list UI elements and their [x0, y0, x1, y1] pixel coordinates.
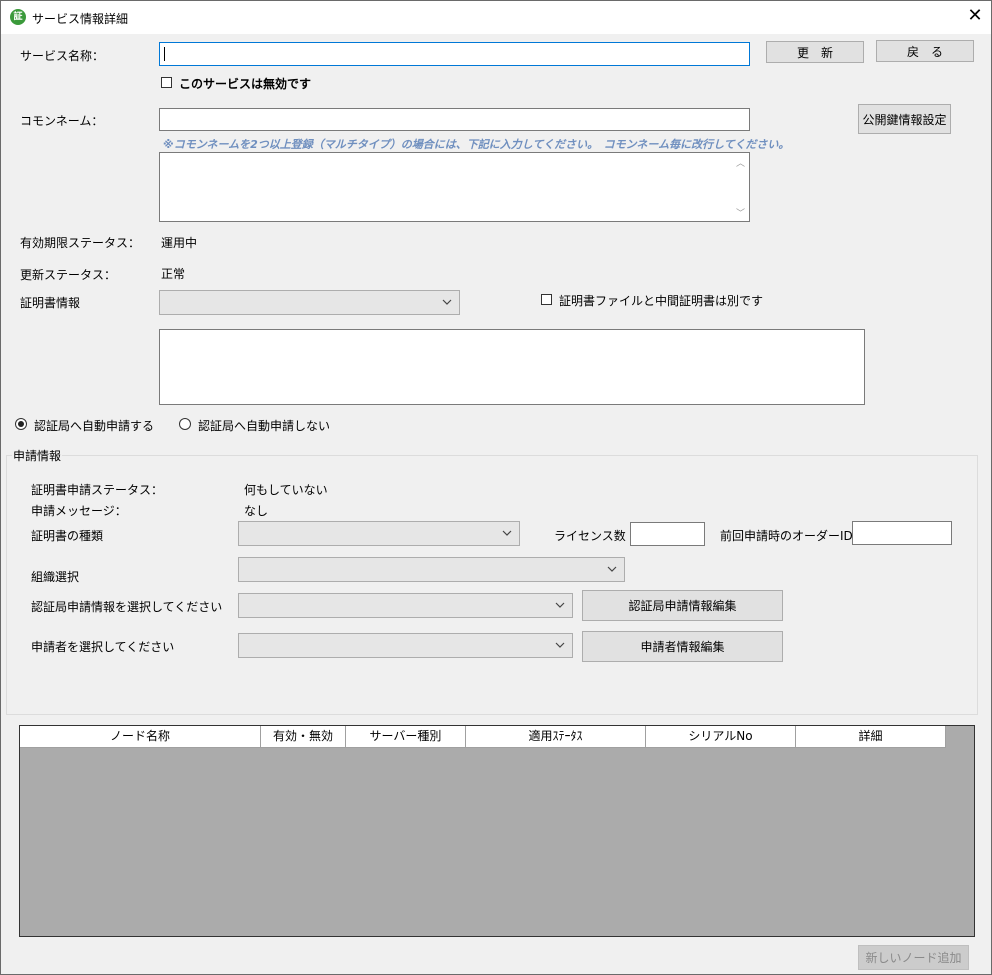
multi-common-name-hint: ※コモンネームを2つ以上登録（マルチタイプ）の場合には、下記に入力してください。… [163, 138, 790, 151]
text-caret [164, 47, 165, 61]
column-header-serial-no[interactable]: シリアルNo [646, 726, 796, 748]
chevron-down-icon [607, 566, 617, 572]
cert-apply-status-value: 何もしていない [244, 483, 328, 497]
cert-textarea[interactable] [159, 329, 865, 405]
org-select-label: 組織選択 [31, 570, 80, 584]
applicant-label: 申請者を選択してください [31, 640, 175, 654]
expiry-status-value: 運用中 [161, 236, 198, 250]
node-grid[interactable]: ノード名称 有効・無効 サーバー種別 適用ｽﾃｰﾀｽ シリアルNo 詳細 [19, 725, 975, 937]
renew-status-label: 更新ステータス： [20, 268, 117, 282]
cert-info-select[interactable] [159, 290, 460, 315]
chevron-down-icon [555, 642, 565, 648]
multi-common-name-textarea[interactable]: ︿ ﹀ [159, 152, 750, 222]
ca-info-select[interactable] [238, 593, 573, 618]
add-node-button[interactable]: 新しいノード追加 [858, 945, 969, 970]
disable-service-label: このサービスは無効です [179, 77, 312, 91]
public-key-settings-button[interactable]: 公開鍵情報設定 [858, 104, 951, 134]
separate-cert-checkbox[interactable] [541, 294, 552, 305]
column-header-server-type[interactable]: サーバー種別 [346, 726, 466, 748]
ca-info-label: 認証局申請情報を選択してください [31, 600, 223, 614]
scroll-down-icon[interactable]: ﹀ [736, 206, 745, 219]
radio-selected-dot [18, 421, 24, 427]
prev-order-id-input[interactable] [852, 521, 952, 545]
chevron-down-icon [555, 602, 565, 608]
common-name-input[interactable] [159, 108, 750, 131]
column-header-enabled[interactable]: 有効・無効 [261, 726, 346, 748]
org-select[interactable] [238, 557, 625, 582]
auto-apply-radio[interactable] [15, 418, 27, 430]
service-name-input[interactable] [159, 42, 750, 66]
chevron-down-icon [502, 530, 512, 536]
prev-order-id-label: 前回申請時のオーダーID [720, 529, 853, 543]
app-icon: 証 [10, 9, 26, 25]
expiry-status-label: 有効期限ステータス： [20, 236, 141, 250]
chevron-down-icon [442, 299, 452, 305]
apply-message-label: 申請メッセージ： [31, 504, 127, 518]
service-name-label: サービス名称： [20, 49, 105, 63]
renew-status-value: 正常 [161, 267, 186, 281]
no-auto-apply-radio[interactable] [179, 418, 191, 430]
applicant-edit-button[interactable]: 申請者情報編集 [582, 631, 783, 662]
apply-message-value: なし [244, 504, 269, 518]
common-name-label: コモンネーム： [20, 114, 104, 128]
column-header-apply-status[interactable]: 適用ｽﾃｰﾀｽ [466, 726, 646, 748]
applicant-select[interactable] [238, 633, 573, 658]
cert-apply-status-label: 証明書申請ステータス： [31, 483, 164, 497]
auto-apply-label: 認証局へ自動申請する [34, 419, 155, 433]
title-bar [0, 0, 992, 34]
license-count-input[interactable] [630, 522, 705, 546]
scroll-up-icon[interactable]: ︿ [736, 156, 745, 169]
separate-cert-label: 証明書ファイルと中間証明書は別です [559, 294, 764, 308]
back-button[interactable]: 戻 る [876, 40, 974, 62]
column-header-node-name[interactable]: ノード名称 [20, 726, 261, 748]
disable-service-checkbox[interactable] [161, 77, 172, 88]
window-title: サービス情報詳細 [32, 12, 129, 26]
update-button[interactable]: 更 新 [766, 41, 864, 63]
cert-info-label: 証明書情報 [20, 296, 81, 310]
no-auto-apply-label: 認証局へ自動申請しない [198, 419, 331, 433]
application-group-title: 申請情報 [12, 447, 63, 464]
close-icon[interactable]: ✕ [962, 5, 988, 29]
license-count-label: ライセンス数 [554, 529, 626, 543]
ca-info-edit-button[interactable]: 認証局申請情報編集 [582, 590, 783, 621]
column-header-detail[interactable]: 詳細 [796, 726, 946, 748]
cert-type-select[interactable] [238, 521, 520, 546]
cert-type-label: 証明書の種類 [31, 529, 104, 543]
